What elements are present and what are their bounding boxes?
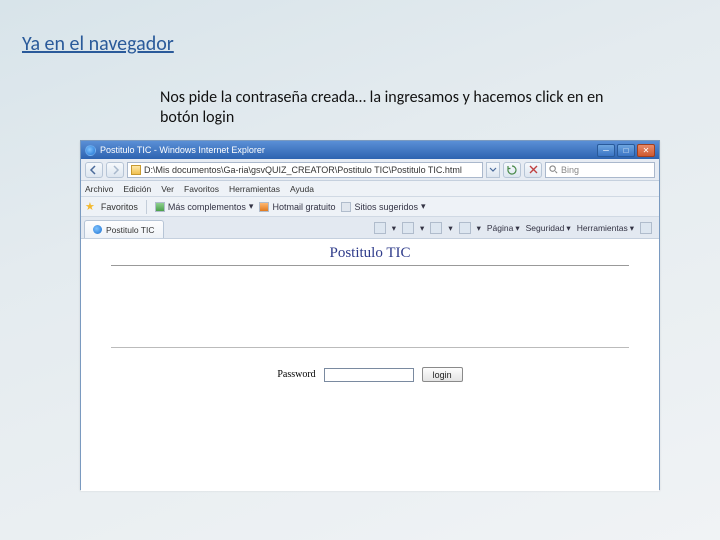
- ie-icon: [85, 145, 96, 156]
- refresh-button[interactable]: [503, 162, 521, 178]
- favorites-bar: ★ Favoritos Más complementos ▾ Hotmail g…: [81, 197, 659, 217]
- separator: ▾: [448, 223, 452, 234]
- fav-link-label: Más complementos: [168, 202, 246, 212]
- search-box[interactable]: Bing: [545, 162, 655, 178]
- toolbar-label: Página: [487, 223, 513, 233]
- password-input[interactable]: [324, 368, 414, 382]
- hotmail-icon: [259, 202, 269, 212]
- suggested-icon: [341, 202, 351, 212]
- chevron-down-icon: [489, 166, 497, 174]
- addon-icon: [155, 202, 165, 212]
- star-icon[interactable]: ★: [85, 200, 95, 213]
- file-icon: [131, 165, 141, 175]
- tab-postitulo[interactable]: Postitulo TIC: [84, 220, 164, 238]
- minimize-button[interactable]: ─: [597, 144, 615, 157]
- page-title: Postitulo TIC: [81, 245, 659, 262]
- search-icon: [549, 165, 558, 174]
- toolbar-label: Seguridad: [526, 223, 565, 233]
- home-icon[interactable]: [374, 222, 386, 234]
- fav-link-sugeridos[interactable]: Sitios sugeridos ▾: [341, 201, 425, 212]
- help-icon[interactable]: [640, 222, 652, 234]
- divider: [111, 347, 629, 348]
- menu-item-ver[interactable]: Ver: [161, 184, 174, 194]
- favorites-label[interactable]: Favoritos: [101, 202, 138, 212]
- menu-item-favoritos[interactable]: Favoritos: [184, 184, 219, 194]
- stop-icon: [529, 165, 538, 174]
- separator: ▾: [420, 223, 424, 234]
- tab-label: Postitulo TIC: [106, 225, 155, 235]
- separator: ▾: [477, 223, 481, 234]
- slide-title: Ya en el navegador: [22, 32, 174, 56]
- toolbar-seguridad[interactable]: Seguridad ▾: [526, 223, 571, 234]
- arrow-right-icon: [110, 165, 120, 175]
- login-button-label: login: [433, 370, 452, 380]
- fav-link-label: Sitios sugeridos: [354, 202, 418, 212]
- divider: [111, 265, 629, 266]
- login-form: Password login: [81, 367, 659, 382]
- fav-link-complementos[interactable]: Más complementos ▾: [155, 201, 254, 212]
- forward-button[interactable]: [106, 162, 124, 178]
- address-text: D:\Mis documentos\Ga-ria\gsvQUIZ_CREATOR…: [144, 165, 462, 175]
- menu-item-ayuda[interactable]: Ayuda: [290, 184, 314, 194]
- login-button[interactable]: login: [422, 367, 463, 382]
- menu-item-herramientas[interactable]: Herramientas: [229, 184, 280, 194]
- fav-link-label: Hotmail gratuito: [272, 202, 335, 212]
- ie-icon: [93, 225, 102, 234]
- navigation-bar: D:\Mis documentos\Ga-ria\gsvQUIZ_CREATOR…: [81, 159, 659, 181]
- toolbar-herramientas[interactable]: Herramientas ▾: [577, 223, 634, 234]
- page-content: Postitulo TIC Password login: [81, 239, 659, 491]
- window-title: Postitulo TIC - Windows Internet Explore…: [100, 145, 265, 155]
- mail-icon[interactable]: [430, 222, 442, 234]
- separator: ▾: [392, 223, 396, 234]
- tab-bar: Postitulo TIC ▾ ▾ ▾ ▾ Página ▾ Seguridad…: [81, 217, 659, 239]
- password-label: Password: [277, 369, 315, 380]
- arrow-left-icon: [89, 165, 99, 175]
- command-bar: ▾ ▾ ▾ ▾ Página ▾ Seguridad ▾ Herramienta…: [374, 218, 656, 238]
- close-button[interactable]: ✕: [637, 144, 655, 157]
- slide-description: Nos pide la contraseña creada… la ingres…: [160, 88, 630, 128]
- browser-window: Postitulo TIC - Windows Internet Explore…: [80, 140, 660, 490]
- menu-bar: Archivo Edición Ver Favoritos Herramient…: [81, 181, 659, 197]
- toolbar-pagina[interactable]: Página ▾: [487, 223, 520, 234]
- address-bar[interactable]: D:\Mis documentos\Ga-ria\gsvQUIZ_CREATOR…: [127, 162, 483, 178]
- toolbar-label: Herramientas: [577, 223, 628, 233]
- menu-item-edicion[interactable]: Edición: [123, 184, 151, 194]
- window-titlebar[interactable]: Postitulo TIC - Windows Internet Explore…: [81, 141, 659, 159]
- address-dropdown[interactable]: [486, 162, 500, 178]
- search-placeholder: Bing: [561, 165, 579, 175]
- fav-link-hotmail[interactable]: Hotmail gratuito: [259, 202, 335, 212]
- chevron-down-icon: ▾: [421, 201, 426, 212]
- menu-item-archivo[interactable]: Archivo: [85, 184, 113, 194]
- print-icon[interactable]: [459, 222, 471, 234]
- chevron-down-icon: ▾: [249, 201, 254, 212]
- refresh-icon: [507, 165, 517, 175]
- separator: [146, 200, 147, 214]
- maximize-button[interactable]: □: [617, 144, 635, 157]
- back-button[interactable]: [85, 162, 103, 178]
- stop-button[interactable]: [524, 162, 542, 178]
- feed-icon[interactable]: [402, 222, 414, 234]
